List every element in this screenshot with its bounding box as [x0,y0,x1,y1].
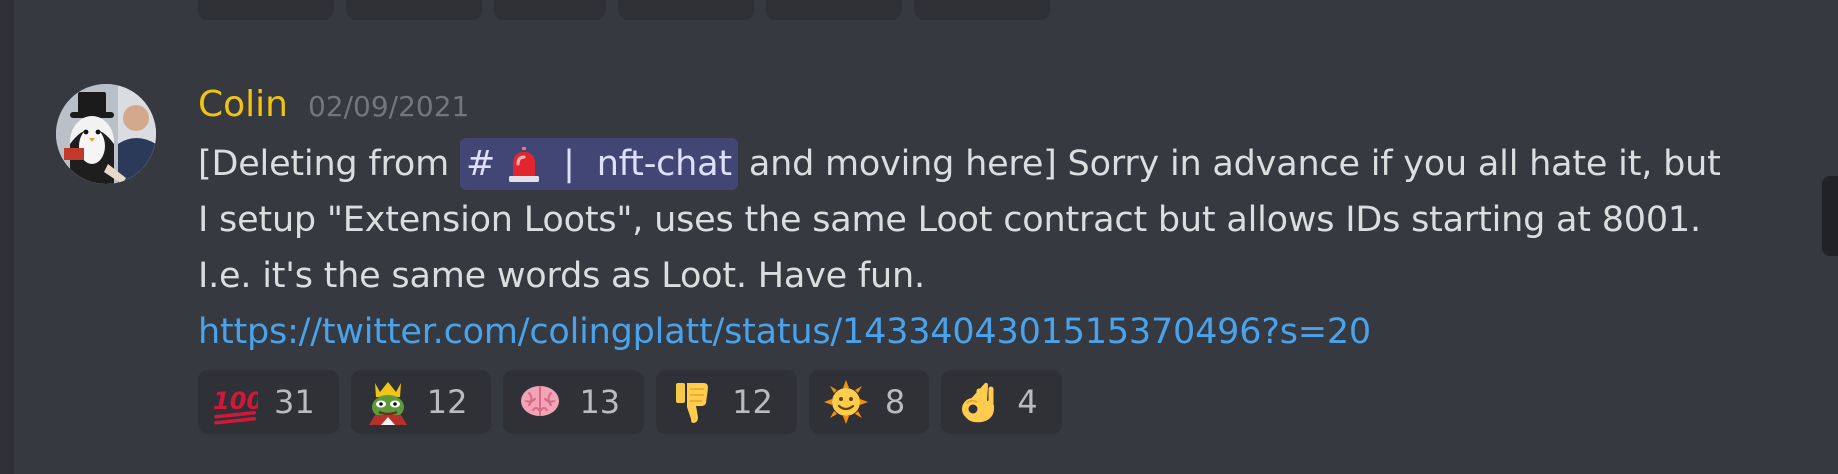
message-text-start: [Deleting from [198,144,460,184]
brain-icon [517,379,563,425]
reaction-count: 4 [1017,383,1038,421]
svg-text:100: 100 [213,387,258,415]
channel-hash-icon: # [465,144,496,184]
channel-separator: | [563,144,575,184]
chat-view: Colin 02/09/2021 [Deleting from # | nft-ch… [0,0,1838,474]
reaction-stub[interactable] [618,0,754,20]
siren-icon [505,145,543,183]
reaction-bar: 100 31 12 13 12 [198,370,1728,434]
reaction-count: 31 [274,383,315,421]
scrollbar-thumb[interactable] [1822,176,1838,256]
reaction-stub[interactable] [198,0,334,20]
previous-message-reactions [198,0,1050,20]
reaction-stub[interactable] [914,0,1050,20]
pepe-king-icon [365,379,411,425]
tweet-link[interactable]: https://twitter.com/colingplatt/status/1… [198,312,1371,352]
reaction-count: 12 [426,383,468,421]
reaction-count: 12 [732,383,773,421]
channel-mention[interactable]: # | nft-chat [459,138,738,190]
reaction-count: 8 [884,383,906,421]
channel-name: nft-chat [596,144,732,184]
message-header: Colin 02/09/2021 [198,84,1728,134]
timestamp[interactable]: 02/09/2021 [308,90,469,123]
reaction-stub[interactable] [766,0,902,20]
sun-face-icon [823,379,869,425]
reaction-count: 13 [579,383,621,421]
message: Colin 02/09/2021 [Deleting from # | nft-ch… [198,84,1728,434]
user-avatar[interactable] [56,84,156,184]
thumbs-down-icon [670,379,716,425]
message-content: [Deleting from # | nft-chat and moving her… [198,136,1728,360]
reaction-100[interactable]: 100 31 [198,370,339,434]
reaction-brain[interactable]: 13 [503,370,645,434]
reaction-pepe-king[interactable]: 12 [350,370,492,434]
channel-sidebar-edge [0,0,14,474]
avatar-image [56,84,156,184]
reaction-sun[interactable]: 8 [808,370,930,434]
ok-hand-icon [955,379,1001,425]
reaction-ok-hand[interactable]: 4 [941,370,1062,434]
hundred-points-icon: 100 [212,379,258,425]
reaction-thumbs-down[interactable]: 12 [656,370,797,434]
reaction-stub[interactable] [346,0,482,20]
username[interactable]: Colin [198,84,288,125]
reaction-stub[interactable] [494,0,606,20]
